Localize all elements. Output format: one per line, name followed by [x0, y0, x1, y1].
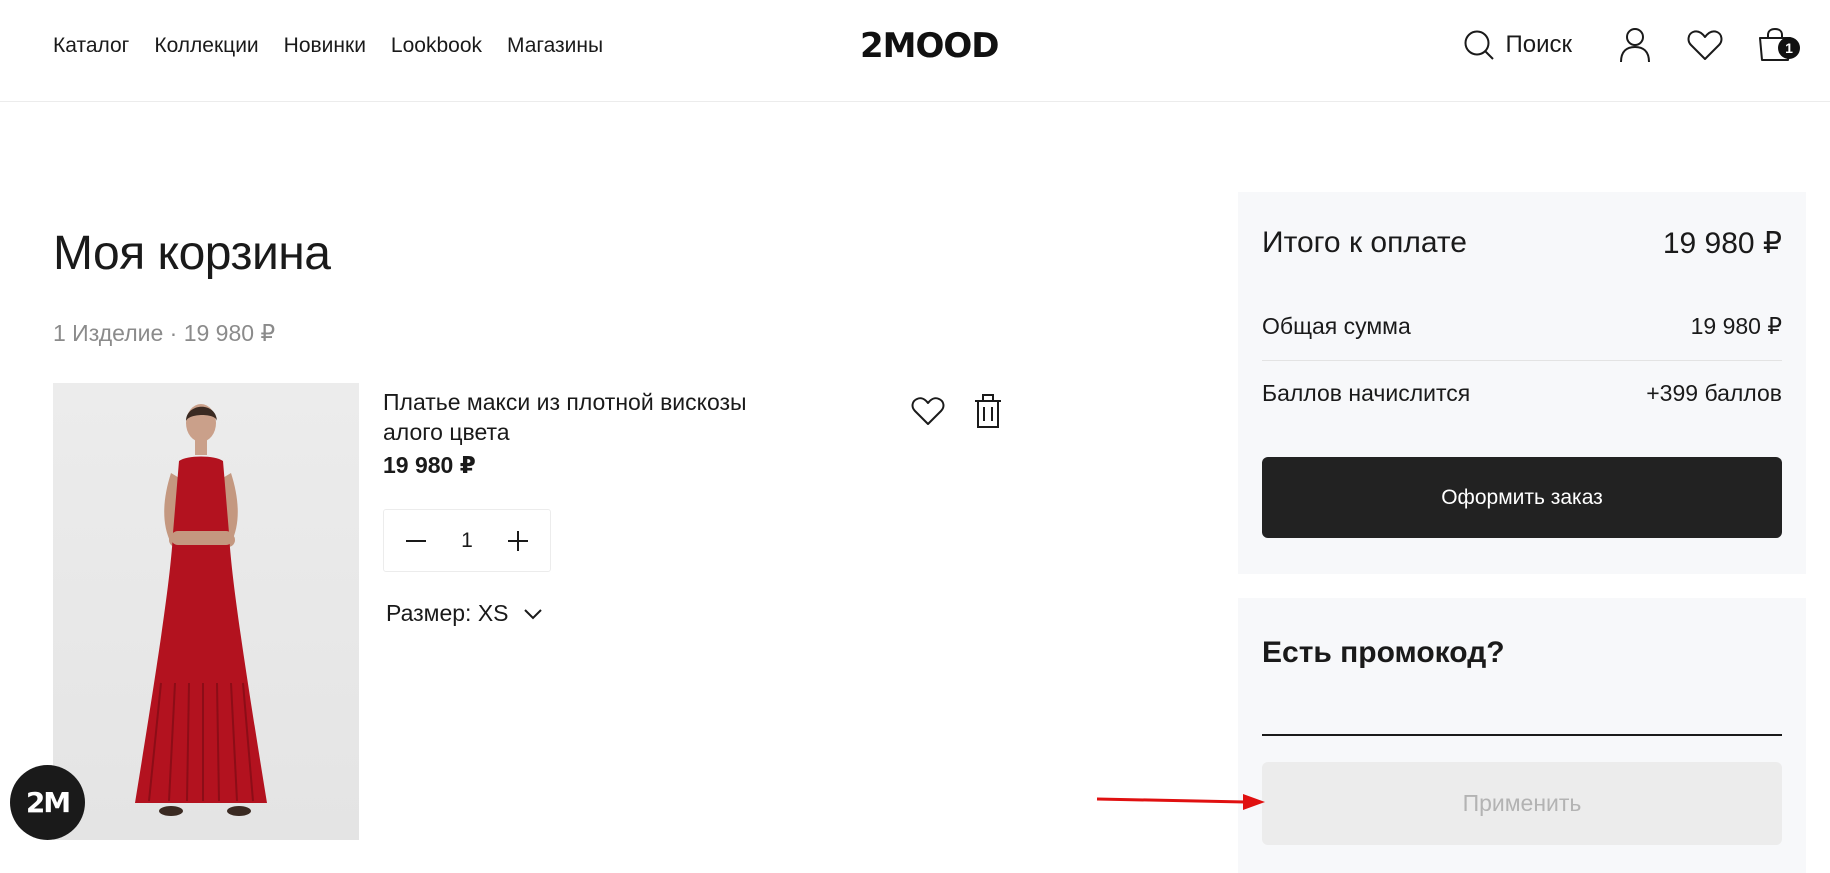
size-selector[interactable]: Размер: XS [386, 600, 543, 627]
promo-title: Есть промокод? [1262, 636, 1505, 669]
remove-item-button[interactable] [970, 393, 1006, 429]
total-row: Итого к оплате 19 980 ₽ [1262, 226, 1782, 261]
subtotal-label: Общая сумма [1262, 313, 1411, 339]
search-label: Поиск [1505, 31, 1572, 58]
size-label: Размер: XS [386, 600, 509, 626]
promo-code-input[interactable] [1262, 690, 1782, 736]
add-to-wishlist-button[interactable] [910, 393, 946, 429]
nav-stores[interactable]: Магазины [507, 34, 603, 58]
decrease-quantity-button[interactable] [402, 527, 430, 555]
nav-collections[interactable]: Коллекции [154, 34, 258, 58]
nav-new[interactable]: Новинки [284, 34, 366, 58]
subtotal-value: 19 980 ₽ [1690, 313, 1782, 339]
account-button[interactable] [1614, 24, 1656, 66]
product-image[interactable] [53, 383, 359, 840]
header-actions: Поиск 1 [1463, 24, 1800, 66]
product-actions [910, 393, 1006, 429]
divider [1262, 360, 1782, 361]
total-value: 19 980 ₽ [1662, 227, 1782, 260]
nav-lookbook[interactable]: Lookbook [391, 34, 482, 58]
cart-summary-line: 1 Изделие · 19 980 ₽ [53, 320, 276, 346]
search-icon [1464, 30, 1495, 60]
page-title: Моя корзина [53, 227, 331, 280]
minus-icon [406, 539, 426, 542]
checkout-button[interactable]: Оформить заказ [1262, 457, 1782, 538]
annotation-arrow [1096, 794, 1265, 810]
search-button[interactable]: Поиск [1463, 29, 1572, 61]
subtotal-row: Общая сумма 19 980 ₽ [1262, 313, 1782, 340]
main-nav: Каталог Коллекции Новинки Lookbook Магаз… [53, 34, 603, 58]
points-label: Баллов начислится [1262, 380, 1471, 406]
dress-model-illustration [135, 404, 267, 816]
total-label: Итого к оплате [1262, 226, 1467, 259]
nav-catalog[interactable]: Каталог [53, 34, 129, 58]
cart-count-badge: 1 [1778, 37, 1800, 59]
heart-icon [1687, 30, 1723, 60]
order-summary-panel: Итого к оплате 19 980 ₽ Общая сумма 19 9… [1238, 192, 1806, 574]
user-icon [1620, 28, 1650, 63]
increase-quantity-button[interactable] [504, 527, 532, 555]
site-logo[interactable]: 2MOOD [860, 26, 1000, 66]
heart-icon [911, 397, 945, 425]
chevron-down-icon [523, 608, 542, 619]
points-row: Баллов начислится +399 баллов [1262, 380, 1782, 407]
quantity-value[interactable]: 1 [461, 529, 473, 553]
points-value: +399 баллов [1646, 380, 1782, 406]
apply-promo-button[interactable]: Применить [1262, 762, 1782, 845]
cart-button[interactable]: 1 [1754, 24, 1800, 66]
brand-chat-badge[interactable]: 2M [10, 765, 85, 840]
promo-code-panel: Есть промокод? Применить [1238, 598, 1806, 873]
product-price: 19 980 ₽ [383, 452, 476, 478]
wishlist-button[interactable] [1684, 24, 1726, 66]
trash-icon [975, 394, 1001, 428]
quantity-stepper: 1 [383, 509, 551, 572]
plus-icon [508, 530, 528, 551]
product-name[interactable]: Платье макси из плотной вискозы алого цв… [383, 387, 803, 447]
site-header: Каталог Коллекции Новинки Lookbook Магаз… [0, 0, 1830, 102]
